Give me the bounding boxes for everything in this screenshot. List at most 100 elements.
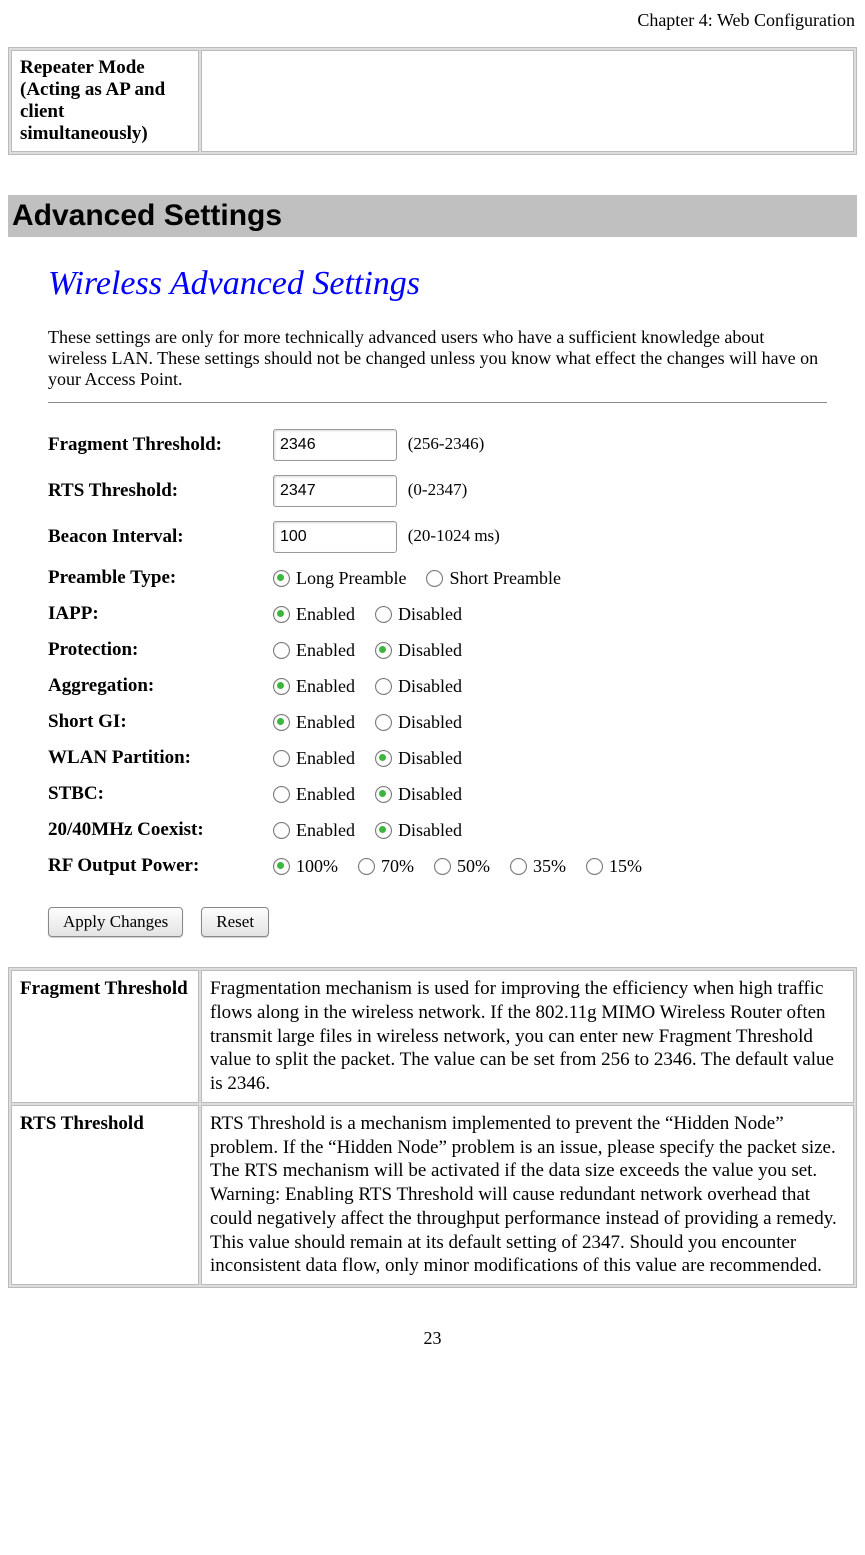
description-table: Fragment Threshold Fragmentation mechani… [8,967,857,1288]
desc-term: RTS Threshold [11,1105,199,1285]
aggregation-row: Enabled Disabled [273,676,827,697]
option-label: Disabled [398,676,462,697]
option-label: Disabled [398,820,462,841]
option-label: Disabled [398,748,462,769]
rts-threshold-label: RTS Threshold: [48,480,273,502]
option-label: Disabled [398,712,462,733]
desc-text: RTS Threshold is a mechanism implemented… [201,1105,854,1285]
option-label: 100% [296,856,338,877]
radio-icon [358,858,375,875]
option-label: 50% [457,856,490,877]
wlan-partition-row: Enabled Disabled [273,748,827,769]
desc-term: Fragment Threshold [11,970,199,1103]
preamble-short-option[interactable]: Short Preamble [426,568,560,589]
iapp-disabled-option[interactable]: Disabled [375,604,462,625]
wlan-partition-label: WLAN Partition: [48,747,273,769]
radio-icon [375,786,392,803]
fragment-threshold-row: (256-2346) [273,429,827,461]
aggregation-disabled-option[interactable]: Disabled [375,676,462,697]
preamble-type-row: Long Preamble Short Preamble [273,568,827,589]
radio-icon [273,678,290,695]
option-label: Enabled [296,748,355,769]
option-label: Enabled [296,604,355,625]
fragment-threshold-input[interactable] [273,429,397,461]
option-label: Long Preamble [296,568,406,589]
rf-70-option[interactable]: 70% [358,856,414,877]
repeater-mode-empty [201,50,854,152]
repeater-mode-box: Repeater Mode (Acting as AP and client s… [8,47,857,155]
chapter-header: Chapter 4: Web Configuration [8,10,857,31]
config-panel: Wireless Advanced Settings These setting… [8,255,857,947]
option-label: Disabled [398,604,462,625]
radio-icon [510,858,527,875]
radio-icon [426,570,443,587]
radio-icon [375,714,392,731]
page-number: 23 [8,1328,857,1349]
radio-icon [434,858,451,875]
radio-icon [273,786,290,803]
rts-threshold-input[interactable] [273,475,397,507]
radio-icon [273,750,290,767]
radio-icon [375,642,392,659]
section-heading: Advanced Settings [8,195,857,237]
option-label: Enabled [296,820,355,841]
config-description: These settings are only for more technic… [48,327,827,390]
preamble-long-option[interactable]: Long Preamble [273,568,406,589]
rf-output-power-row: 100% 70% 50% 35% 15% [273,856,827,877]
radio-icon [375,750,392,767]
beacon-interval-label: Beacon Interval: [48,526,273,548]
wlan-disabled-option[interactable]: Disabled [375,748,462,769]
rf-50-option[interactable]: 50% [434,856,490,877]
beacon-interval-row: (20-1024 ms) [273,521,827,553]
stbc-enabled-option[interactable]: Enabled [273,784,355,805]
reset-button[interactable]: Reset [201,907,269,937]
divider [48,402,827,403]
rf-100-option[interactable]: 100% [273,856,338,877]
radio-icon [273,858,290,875]
coexist-enabled-option[interactable]: Enabled [273,820,355,841]
radio-icon [375,678,392,695]
stbc-disabled-option[interactable]: Disabled [375,784,462,805]
shortgi-disabled-option[interactable]: Disabled [375,712,462,733]
coexist-label: 20/40MHz Coexist: [48,819,273,841]
config-title: Wireless Advanced Settings [48,265,827,303]
radio-icon [375,822,392,839]
shortgi-enabled-option[interactable]: Enabled [273,712,355,733]
option-label: 15% [609,856,642,877]
option-label: Enabled [296,712,355,733]
option-label: 35% [533,856,566,877]
radio-icon [586,858,603,875]
radio-icon [273,714,290,731]
table-row: RTS Threshold RTS Threshold is a mechani… [11,1105,854,1285]
option-label: Short Preamble [449,568,560,589]
radio-icon [273,570,290,587]
option-label: Enabled [296,676,355,697]
option-label: Enabled [296,640,355,661]
button-row: Apply Changes Reset [48,907,827,937]
apply-changes-button[interactable]: Apply Changes [48,907,183,937]
desc-text: Fragmentation mechanism is used for impr… [201,970,854,1103]
protection-label: Protection: [48,639,273,661]
shortgi-row: Enabled Disabled [273,712,827,733]
shortgi-label: Short GI: [48,711,273,733]
rts-threshold-hint: (0-2347) [408,480,467,499]
protection-enabled-option[interactable]: Enabled [273,640,355,661]
settings-form: Fragment Threshold: (256-2346) RTS Thres… [48,429,827,877]
iapp-enabled-option[interactable]: Enabled [273,604,355,625]
option-label: Disabled [398,640,462,661]
radio-icon [273,822,290,839]
aggregation-label: Aggregation: [48,675,273,697]
coexist-disabled-option[interactable]: Disabled [375,820,462,841]
option-label: Disabled [398,784,462,805]
protection-disabled-option[interactable]: Disabled [375,640,462,661]
rf-35-option[interactable]: 35% [510,856,566,877]
beacon-interval-input[interactable] [273,521,397,553]
wlan-enabled-option[interactable]: Enabled [273,748,355,769]
beacon-interval-hint: (20-1024 ms) [408,526,500,545]
fragment-threshold-hint: (256-2346) [408,434,484,453]
stbc-label: STBC: [48,783,273,805]
rf-15-option[interactable]: 15% [586,856,642,877]
fragment-threshold-label: Fragment Threshold: [48,434,273,456]
aggregation-enabled-option[interactable]: Enabled [273,676,355,697]
iapp-row: Enabled Disabled [273,604,827,625]
